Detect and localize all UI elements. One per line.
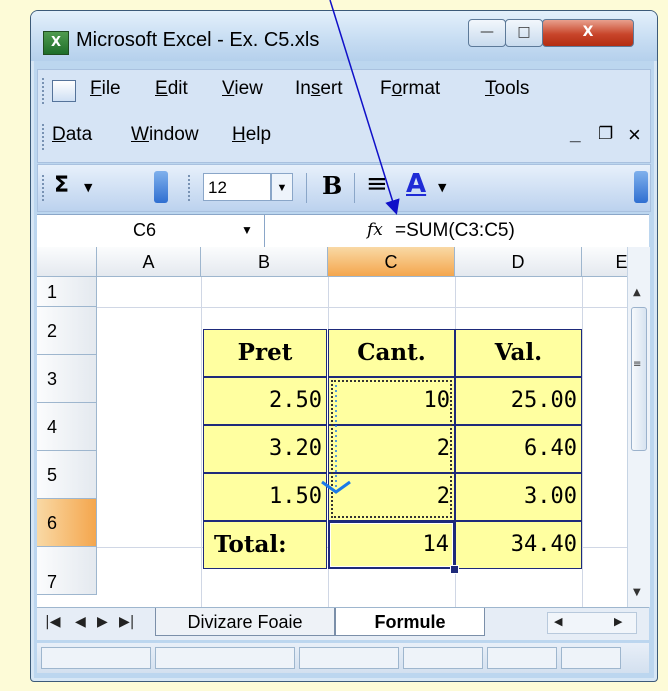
cell-b4[interactable]: 3.20 (203, 425, 327, 473)
cell-d4[interactable]: 6.40 (455, 425, 582, 473)
menu-edit[interactable]: Edit (155, 78, 188, 100)
vertical-scrollbar[interactable]: ▲ ≡ ▼ (627, 247, 650, 607)
doc-restore-button[interactable]: ❐ (598, 124, 613, 144)
status-segment (299, 647, 399, 669)
column-header-d[interactable]: D (455, 247, 582, 277)
menu-bar: File Edit View Insert Format Tools Data … (37, 69, 651, 163)
toolbar-grip[interactable] (42, 124, 47, 150)
row-header-7[interactable]: 7 (37, 547, 97, 595)
row-header-1[interactable]: 1 (37, 277, 97, 307)
status-segment (403, 647, 483, 669)
column-header-a[interactable]: A (97, 247, 201, 277)
worksheet-grid[interactable]: A B C D E 1 2 3 4 5 6 7 Pret Cant. Val. … (37, 247, 627, 607)
cell-c6-active[interactable]: 14 (328, 521, 455, 569)
fill-handle[interactable] (450, 565, 459, 574)
gridline (582, 277, 583, 607)
minimize-button[interactable]: — (468, 19, 506, 47)
status-segment (155, 647, 295, 669)
excel-icon: X (43, 31, 69, 55)
maximize-button[interactable]: □ (505, 19, 543, 47)
toolbar-separator (306, 173, 307, 203)
menu-window[interactable]: Window (131, 124, 199, 146)
row-header-3[interactable]: 3 (37, 355, 97, 403)
prev-sheet-icon[interactable]: ◀ (75, 614, 86, 630)
vertical-scroll-thumb[interactable] (631, 307, 647, 451)
menu-format[interactable]: Format (380, 78, 440, 100)
font-color-dropdown-icon[interactable]: ▼ (438, 181, 446, 194)
cell-b3[interactable]: 2.50 (203, 377, 327, 425)
range-marquee-c3-c5 (331, 380, 452, 518)
menu-view[interactable]: View (222, 78, 263, 100)
toolbar-options-icon[interactable] (634, 171, 648, 203)
scroll-up-icon[interactable]: ▲ (633, 287, 641, 298)
cell-d2[interactable]: Val. (455, 329, 582, 377)
formula-bar: C6 ▼ fx =SUM(C3:C5) (37, 214, 649, 248)
formula-input[interactable]: =SUM(C3:C5) (395, 220, 515, 242)
bold-button[interactable]: B (322, 171, 342, 200)
doc-close-button[interactable]: × (628, 122, 641, 148)
scroll-down-icon[interactable]: ▼ (633, 587, 641, 598)
cell-b5[interactable]: 1.50 (203, 473, 327, 521)
last-sheet-icon[interactable]: ▶| (119, 614, 134, 630)
column-header-c[interactable]: C (328, 247, 455, 277)
window-title: Microsoft Excel - Ex. C5.xls (76, 29, 320, 51)
cell-d3[interactable]: 25.00 (455, 377, 582, 425)
toolbar-grip[interactable] (42, 175, 47, 201)
cell-b6[interactable]: Total: (203, 521, 327, 569)
tab-formule[interactable]: Formule (335, 608, 485, 636)
fx-icon[interactable]: fx (367, 220, 383, 240)
toolbar-separator (354, 173, 355, 203)
cell-c2[interactable]: Cant. (328, 329, 455, 377)
row-header-2[interactable]: 2 (37, 307, 97, 355)
title-bar[interactable]: X Microsoft Excel - Ex. C5.xls — □ X (31, 11, 657, 61)
name-box[interactable]: C6 ▼ (37, 215, 265, 247)
gridline (201, 277, 202, 607)
autosum-dropdown-icon[interactable]: ▼ (84, 181, 92, 194)
select-all-corner[interactable] (37, 247, 97, 277)
menu-data[interactable]: Data (52, 124, 92, 146)
scroll-right-icon[interactable]: ▶ (614, 615, 622, 628)
doc-minimize-button[interactable]: _ (570, 124, 581, 146)
cell-b2[interactable]: Pret (203, 329, 327, 377)
tab-divizare-foaie[interactable]: Divizare Foaie (155, 608, 335, 636)
column-header-e[interactable]: E (582, 247, 627, 277)
row-header-5[interactable]: 5 (37, 451, 97, 499)
toolbar-grip[interactable] (188, 175, 193, 201)
status-bar (37, 643, 649, 673)
formatting-toolbar: Σ ▼ 12 ▼ B ≡ A ▼ (37, 164, 651, 212)
autosum-button[interactable]: Σ (54, 173, 69, 198)
grip-icon: ≡ (633, 359, 642, 370)
menu-help[interactable]: Help (232, 124, 271, 146)
column-header-b[interactable]: B (201, 247, 328, 277)
horizontal-scrollbar[interactable]: ◀ ▶ (547, 612, 637, 634)
status-segment (41, 647, 151, 669)
cell-d6[interactable]: 34.40 (455, 521, 582, 569)
font-size-field[interactable]: 12 (203, 173, 271, 201)
excel-window: X Microsoft Excel - Ex. C5.xls — □ X Fil… (30, 10, 658, 682)
align-center-icon[interactable]: ≡ (366, 169, 388, 199)
document-icon[interactable] (52, 80, 76, 102)
status-segment (487, 647, 557, 669)
menu-insert[interactable]: Insert (295, 78, 343, 100)
chevron-down-icon[interactable]: ▼ (241, 223, 253, 237)
close-button[interactable]: X (542, 19, 634, 47)
sheet-tab-bar: |◀ ◀ ▶ ▶| Divizare Foaie Formule ◀ ▶ (37, 607, 649, 640)
toolbar-grip[interactable] (42, 78, 47, 104)
toolbar-options-icon[interactable] (154, 171, 168, 203)
font-color-button[interactable]: A (406, 169, 426, 199)
name-box-value: C6 (133, 220, 157, 240)
first-sheet-icon[interactable]: |◀ (45, 614, 60, 630)
status-segment (561, 647, 621, 669)
font-size-dropdown-icon[interactable]: ▼ (271, 173, 293, 201)
row-header-6[interactable]: 6 (37, 499, 97, 547)
gridline (97, 307, 627, 308)
cell-d5[interactable]: 3.00 (455, 473, 582, 521)
row-header-4[interactable]: 4 (37, 403, 97, 451)
next-sheet-icon[interactable]: ▶ (97, 614, 108, 630)
menu-file[interactable]: File (90, 78, 121, 100)
menu-tools[interactable]: Tools (485, 78, 529, 100)
scroll-left-icon[interactable]: ◀ (554, 615, 562, 628)
